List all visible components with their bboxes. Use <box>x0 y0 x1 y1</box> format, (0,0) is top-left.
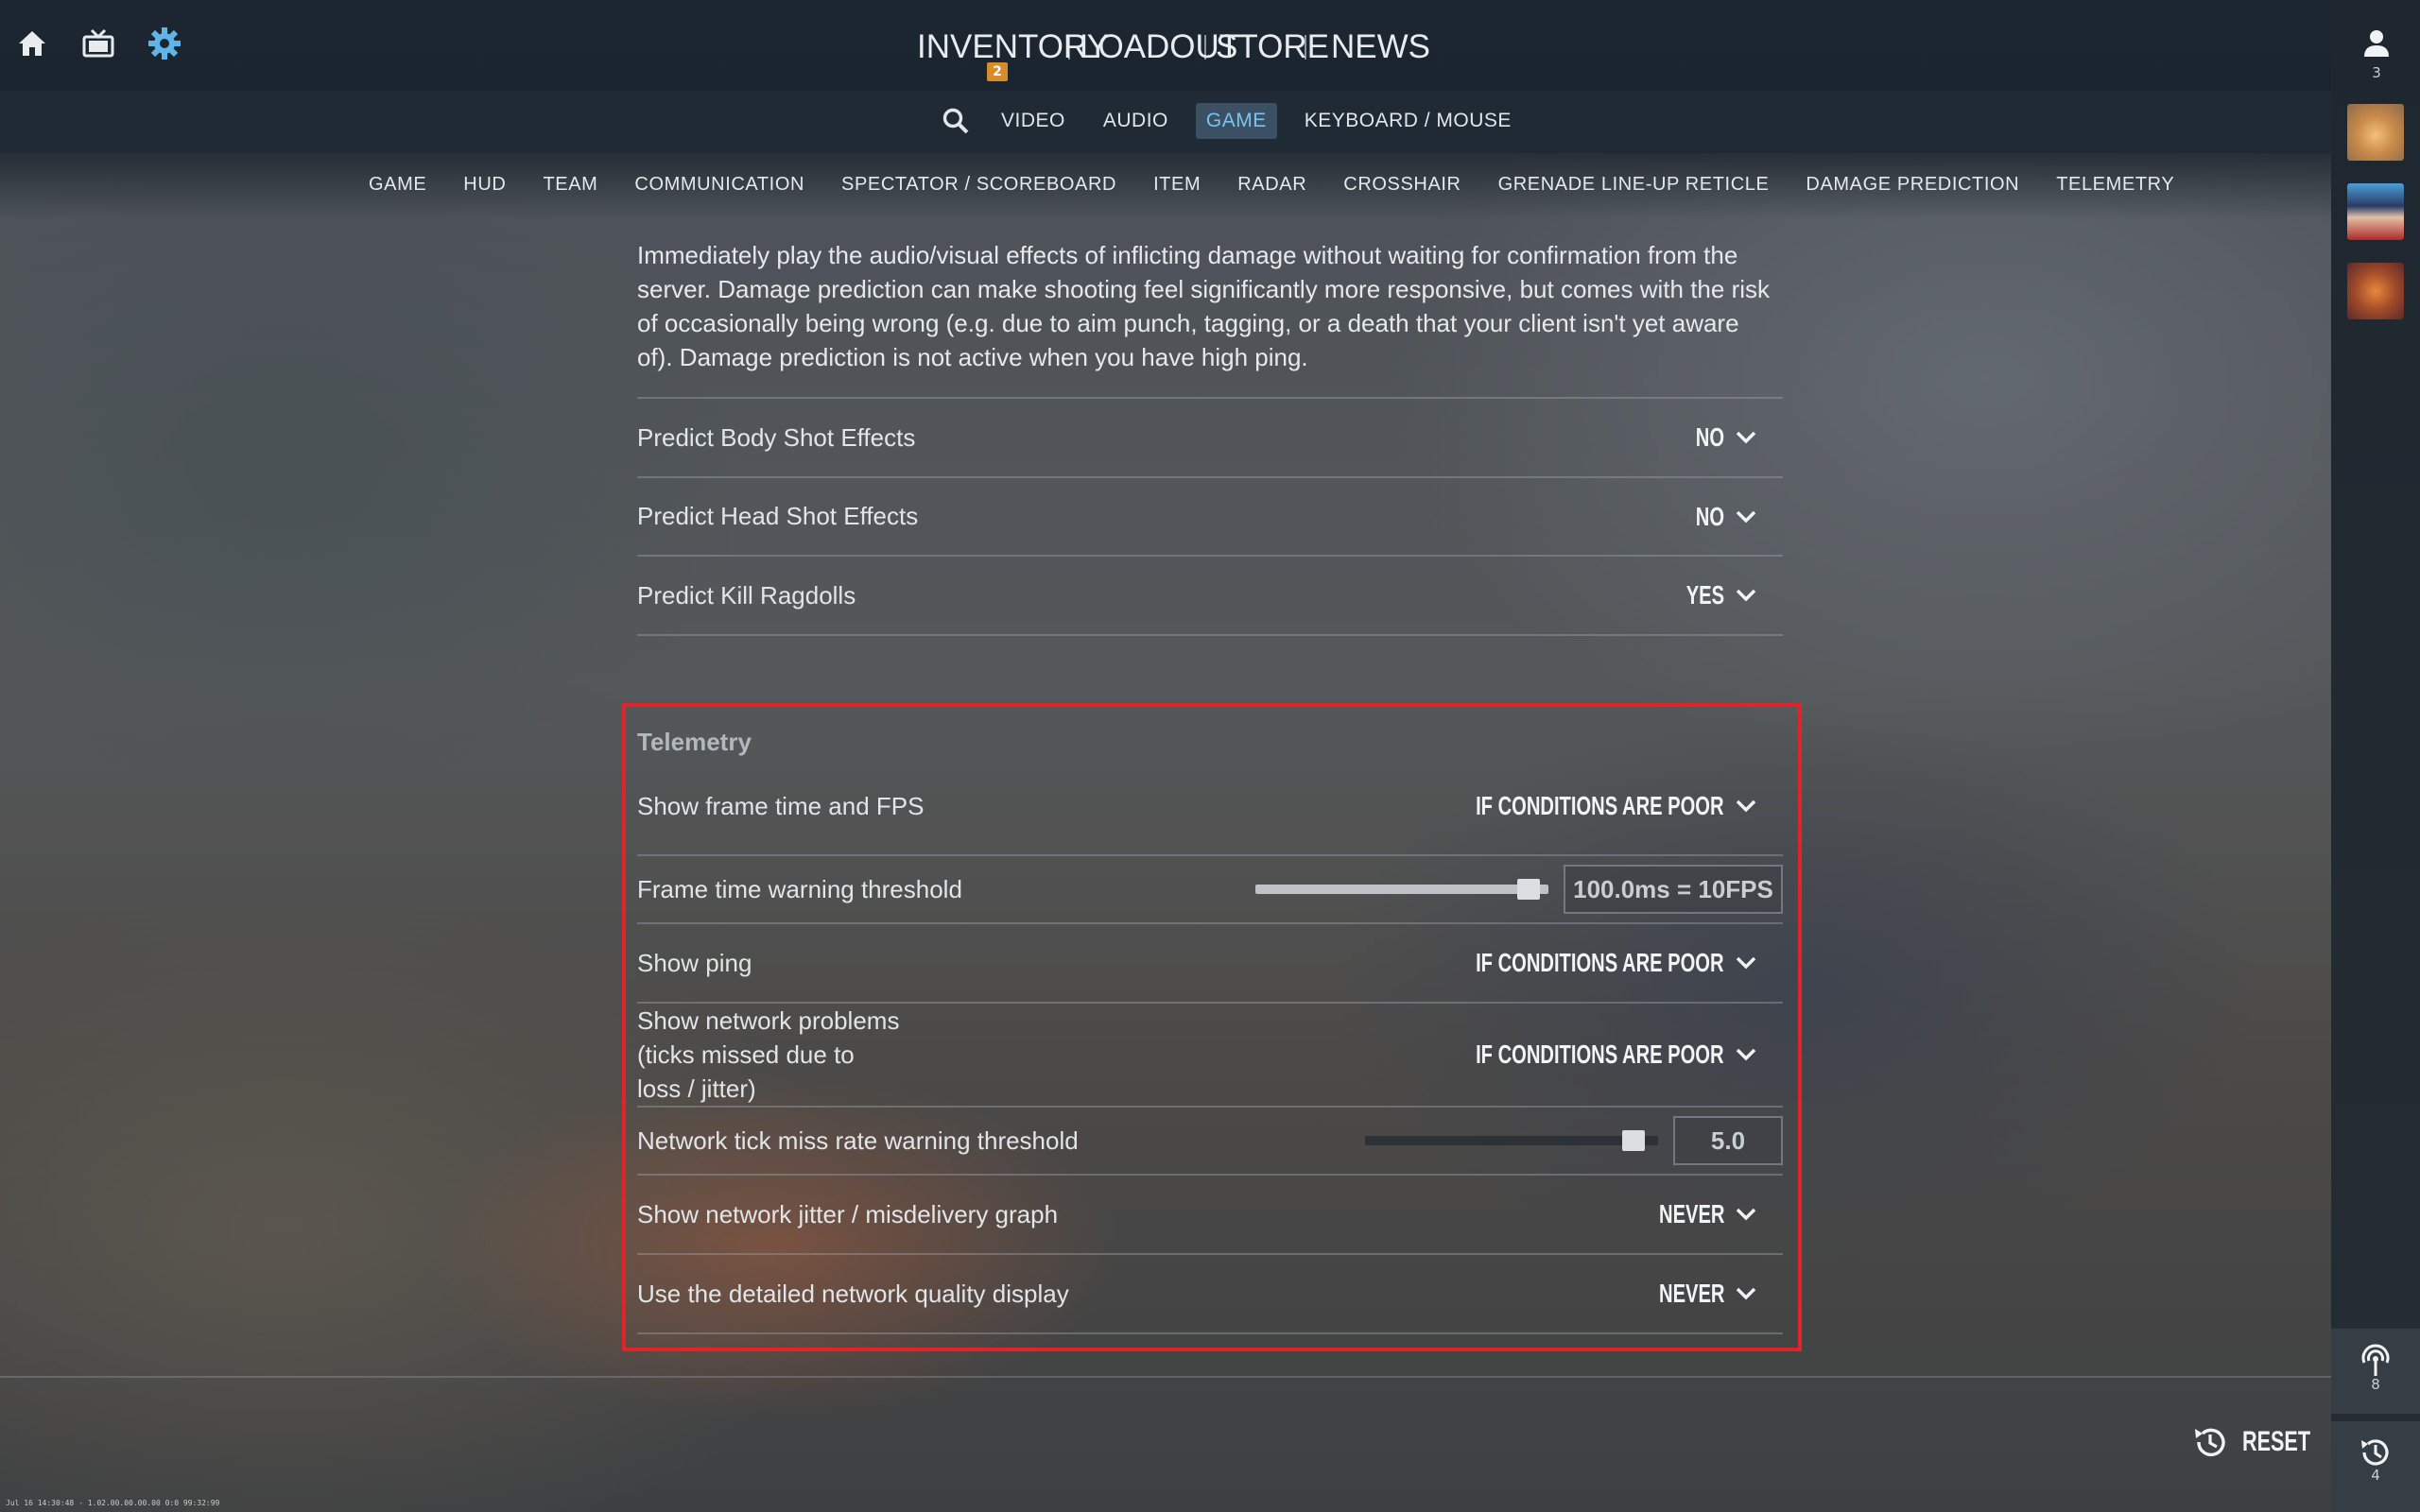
person-icon <box>2364 30 2389 57</box>
setting-row-predict-kill-ragdolls[interactable]: Predict Kill Ragdolls YES <box>637 555 1783 634</box>
friend-avatar[interactable] <box>2347 183 2404 240</box>
nav-store[interactable]: STORE <box>1216 28 1329 65</box>
setting-label: Predict Head Shot Effects <box>637 502 919 530</box>
dropdown-value: YES <box>1685 580 1724 610</box>
divider <box>637 634 1783 636</box>
settings-gear-icon[interactable] <box>146 25 183 62</box>
setting-row-predict-body-shot[interactable]: Predict Body Shot Effects NO <box>637 397 1783 476</box>
category-team[interactable]: TEAM <box>543 174 597 196</box>
tab-audio[interactable]: AUDIO <box>1093 103 1179 139</box>
reset-label: RESET <box>2242 1426 2311 1457</box>
category-communication[interactable]: COMMUNICATION <box>634 174 804 196</box>
dropdown[interactable]: NO <box>1685 422 1756 453</box>
category-game[interactable]: GAME <box>369 174 426 196</box>
search-icon[interactable] <box>942 107 970 135</box>
footer-divider <box>0 1376 2331 1378</box>
category-hud[interactable]: HUD <box>463 174 506 196</box>
tv-icon[interactable] <box>79 25 117 62</box>
category-crosshair[interactable]: CROSSHAIR <box>1343 174 1461 196</box>
nav-news[interactable]: NEWS <box>1331 28 1430 65</box>
chevron-down-icon <box>1736 589 1756 602</box>
setting-row-predict-head-shot[interactable]: Predict Head Shot Effects NO <box>637 476 1783 555</box>
friend-avatar[interactable] <box>2347 104 2404 161</box>
settings-tabs-bar: VIDEO AUDIO GAME KEYBOARD / MOUSE <box>0 91 2331 153</box>
category-item[interactable]: ITEM <box>1153 174 1201 196</box>
broadcast-icon <box>2361 1344 2390 1376</box>
friends-sidebar: 3 8 4 <box>2331 0 2420 1512</box>
setting-label: Predict Kill Ragdolls <box>637 580 856 610</box>
category-grenade-lineup-reticle[interactable]: GRENADE LINE-UP RETICLE <box>1498 174 1770 196</box>
dropdown[interactable]: NO <box>1685 502 1756 532</box>
tab-game[interactable]: GAME <box>1195 103 1277 139</box>
category-telemetry[interactable]: TELEMETRY <box>2056 174 2174 196</box>
dropdown-value: NO <box>1695 501 1724 531</box>
telemetry-highlight-box <box>622 703 1802 1351</box>
party-broadcast-button[interactable]: 8 <box>2331 1329 2420 1414</box>
chevron-down-icon <box>1736 431 1756 444</box>
inventory-badge: 2 <box>987 62 1008 81</box>
debug-info-text: Jul 16 14:30:48 - 1.02.00.00.00.00 0:0 9… <box>6 1499 220 1507</box>
recent-players-button[interactable]: 4 <box>2331 1421 2420 1512</box>
history-icon <box>2361 1439 2389 1466</box>
reset-history-icon <box>2195 1428 2225 1457</box>
friend-avatar[interactable] <box>2347 263 2404 319</box>
dropdown-value: NO <box>1695 422 1724 452</box>
tab-keyboard-mouse[interactable]: KEYBOARD / MOUSE <box>1294 103 1522 139</box>
top-nav-bar: INVENTORY LOADOUT STORE NEWS 2 <box>0 0 2331 91</box>
reset-button[interactable]: RESET <box>2191 1423 2337 1461</box>
category-radar[interactable]: RADAR <box>1237 174 1306 196</box>
damage-prediction-description: Immediately play the audio/visual effect… <box>637 241 1771 371</box>
dropdown[interactable]: YES <box>1671 580 1756 610</box>
home-icon[interactable] <box>13 25 51 62</box>
friends-button[interactable]: 3 <box>2360 28 2394 81</box>
friends-count: 3 <box>2372 64 2381 81</box>
chevron-down-icon <box>1736 510 1756 523</box>
setting-label: Predict Body Shot Effects <box>637 422 916 452</box>
tab-video[interactable]: VIDEO <box>991 103 1076 139</box>
broadcast-count: 8 <box>2371 1376 2380 1393</box>
category-nav: GAME HUD TEAM COMMUNICATION SPECTATOR / … <box>0 153 2331 219</box>
category-damage-prediction[interactable]: DAMAGE PREDICTION <box>1806 174 2019 196</box>
category-spectator-scoreboard[interactable]: SPECTATOR / SCOREBOARD <box>841 174 1116 196</box>
recent-players-count: 4 <box>2371 1467 2380 1484</box>
